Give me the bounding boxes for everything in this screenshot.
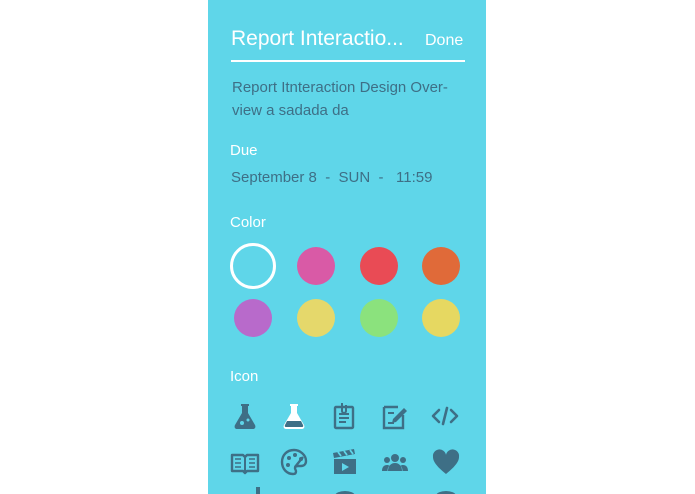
- done-button[interactable]: Done: [425, 32, 463, 50]
- open-book-icon[interactable]: [229, 446, 261, 478]
- partial-icon: [430, 486, 462, 494]
- color-swatch-red[interactable]: [360, 247, 398, 285]
- partial-icon: [329, 486, 361, 494]
- color-swatch-white-selected[interactable]: [230, 243, 276, 289]
- icon-label: Icon: [230, 368, 259, 385]
- color-swatch-purple[interactable]: [234, 299, 272, 337]
- heart-icon[interactable]: [430, 446, 462, 478]
- flask-icon[interactable]: [229, 400, 261, 432]
- title-underline: [231, 60, 465, 62]
- code-icon[interactable]: [429, 400, 461, 432]
- color-swatch-yellow[interactable]: [297, 299, 335, 337]
- task-edit-screen: Report Interactio... Done Report Itntera…: [208, 0, 486, 494]
- people-group-icon[interactable]: [379, 446, 411, 478]
- due-label: Due: [230, 142, 258, 159]
- clipboard-paperclip-icon[interactable]: [328, 400, 360, 432]
- palette-icon[interactable]: [278, 446, 310, 478]
- color-swatch-pink[interactable]: [297, 247, 335, 285]
- edit-document-icon[interactable]: [378, 400, 410, 432]
- task-description[interactable]: Report Itnteraction Design Over-view a s…: [232, 76, 467, 122]
- color-swatch-gold[interactable]: [422, 299, 460, 337]
- flask-outline-icon[interactable]: [278, 400, 310, 432]
- color-swatch-orange[interactable]: [422, 247, 460, 285]
- color-swatch-green[interactable]: [360, 299, 398, 337]
- clapperboard-icon[interactable]: [329, 446, 361, 478]
- color-label: Color: [230, 214, 266, 231]
- due-date-value[interactable]: September 8 - SUN - 11:59: [231, 169, 432, 186]
- partial-icon: [242, 486, 274, 494]
- task-title[interactable]: Report Interactio...: [231, 27, 404, 51]
